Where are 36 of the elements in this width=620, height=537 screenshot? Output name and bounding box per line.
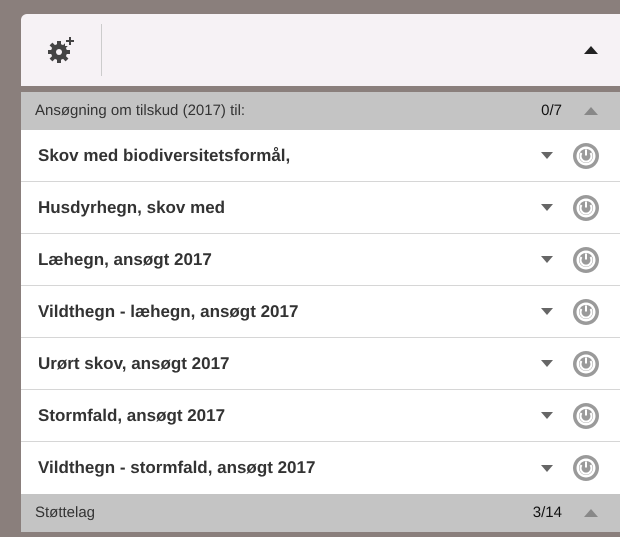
caret-icon[interactable] [541,152,553,159]
layer-row[interactable]: Urørt skov, ansøgt 2017 [21,338,620,390]
section-header[interactable]: Støttelag 3/14 [21,494,620,532]
layer-row[interactable]: Husdyrhegn, skov med [21,182,620,234]
power-icon[interactable] [572,402,600,430]
section-title: Ansøgning om tilskud (2017) til: [35,100,246,121]
caret-icon[interactable] [541,308,553,315]
caret-icon[interactable] [541,360,553,367]
caret-icon[interactable] [541,412,553,419]
layer-label: Urørt skov, ansøgt 2017 [38,352,230,375]
power-icon[interactable] [572,246,600,274]
add-settings-icon[interactable] [45,34,77,66]
layer-row[interactable]: Vildthegn - stormfald, ansøgt 2017 [21,442,620,494]
layer-row[interactable]: Skov med biodiversitetsformål, [21,130,620,182]
caret-icon[interactable] [541,204,553,211]
layer-count: 0/7 [541,100,562,121]
layer-row[interactable]: Stormfald, ansøgt 2017 [21,390,620,442]
layer-label: Læhegn, ansøgt 2017 [38,248,213,271]
caret-icon[interactable] [541,256,553,263]
power-icon[interactable] [572,142,600,170]
layer-label: Stormfald, ansøgt 2017 [38,404,226,427]
layer-label: Vildthegn - læhegn, ansøgt 2017 [38,300,300,323]
power-icon[interactable] [572,298,600,326]
collapse-icon[interactable] [584,46,598,54]
layer-label: Vildthegn - stormfald, ansøgt 2017 [38,457,316,480]
caret-icon[interactable] [541,464,553,472]
layer-row[interactable]: Vildthegn - læhegn, ansøgt 2017 [21,286,620,338]
power-icon[interactable] [572,194,600,222]
section-title: Støttelag [35,502,96,523]
layer-count: 3/14 [532,502,562,523]
power-icon[interactable] [572,350,600,378]
layer-label: Husdyrhegn, skov med [38,196,226,219]
section-header[interactable]: Ansøgning om tilskud (2017) til: 0/7 [21,92,620,130]
layer-label: Skov med biodiversitetsformål, [38,144,292,167]
power-icon[interactable] [572,454,600,482]
layer-row[interactable]: Læhegn, ansøgt 2017 [21,234,620,286]
